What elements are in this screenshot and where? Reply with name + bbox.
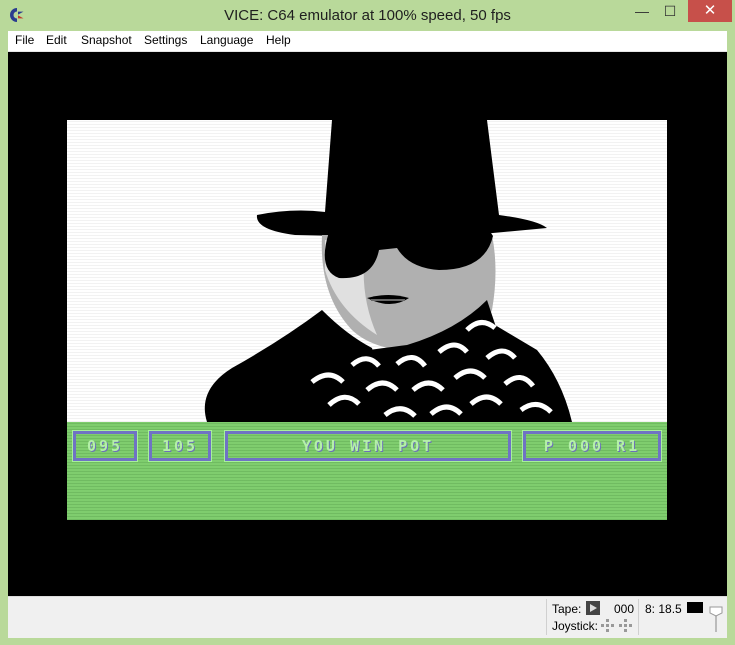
title-bar[interactable]: VICE: C64 emulator at 100% speed, 50 fps… xyxy=(0,0,735,31)
drive-led-icon xyxy=(687,602,703,613)
window-title: VICE: C64 emulator at 100% speed, 50 fps xyxy=(224,7,511,24)
close-button[interactable]: ✕ xyxy=(688,0,732,22)
c64-score-panel: 095 105 YOU WIN POT P 000 R1 xyxy=(67,422,667,520)
message-box: YOU WIN POT xyxy=(224,430,512,462)
joystick-label: Joystick: xyxy=(552,619,599,633)
minimize-button[interactable]: — xyxy=(628,0,656,22)
menu-settings[interactable]: Settings xyxy=(144,33,187,47)
status-separator xyxy=(638,599,639,635)
menu-edit[interactable]: Edit xyxy=(46,33,67,47)
drive-status: 8: 18.5 xyxy=(645,602,682,616)
c64-display xyxy=(67,120,667,422)
client-area: File Edit Snapshot Settings Language Hel… xyxy=(8,31,727,638)
emulator-window: VICE: C64 emulator at 100% speed, 50 fps… xyxy=(0,0,735,645)
menu-file[interactable]: File xyxy=(15,33,34,47)
tape-play-icon[interactable] xyxy=(586,601,600,615)
status-separator xyxy=(546,599,547,635)
emulator-screen[interactable]: 095 105 YOU WIN POT P 000 R1 xyxy=(8,52,727,596)
tape-label: Tape: xyxy=(552,602,582,616)
maximize-button[interactable]: ☐ xyxy=(656,0,684,22)
pot-box: P 000 R1 xyxy=(522,430,662,462)
score-box-right: 105 xyxy=(148,430,212,462)
menu-help[interactable]: Help xyxy=(266,33,291,47)
menu-bar: File Edit Snapshot Settings Language Hel… xyxy=(8,31,727,52)
status-bar: Tape: 000 8: 18.5 Joystick: xyxy=(8,596,727,638)
tape-counter: 000 xyxy=(614,602,635,616)
menu-language[interactable]: Language xyxy=(200,33,253,47)
joystick-port1-icon xyxy=(601,619,614,632)
volume-slider-icon[interactable] xyxy=(709,605,723,633)
joystick-port2-icon xyxy=(619,619,632,632)
score-box-left: 095 xyxy=(72,430,138,462)
player-portrait-image xyxy=(204,120,572,422)
menu-snapshot[interactable]: Snapshot xyxy=(81,33,132,47)
